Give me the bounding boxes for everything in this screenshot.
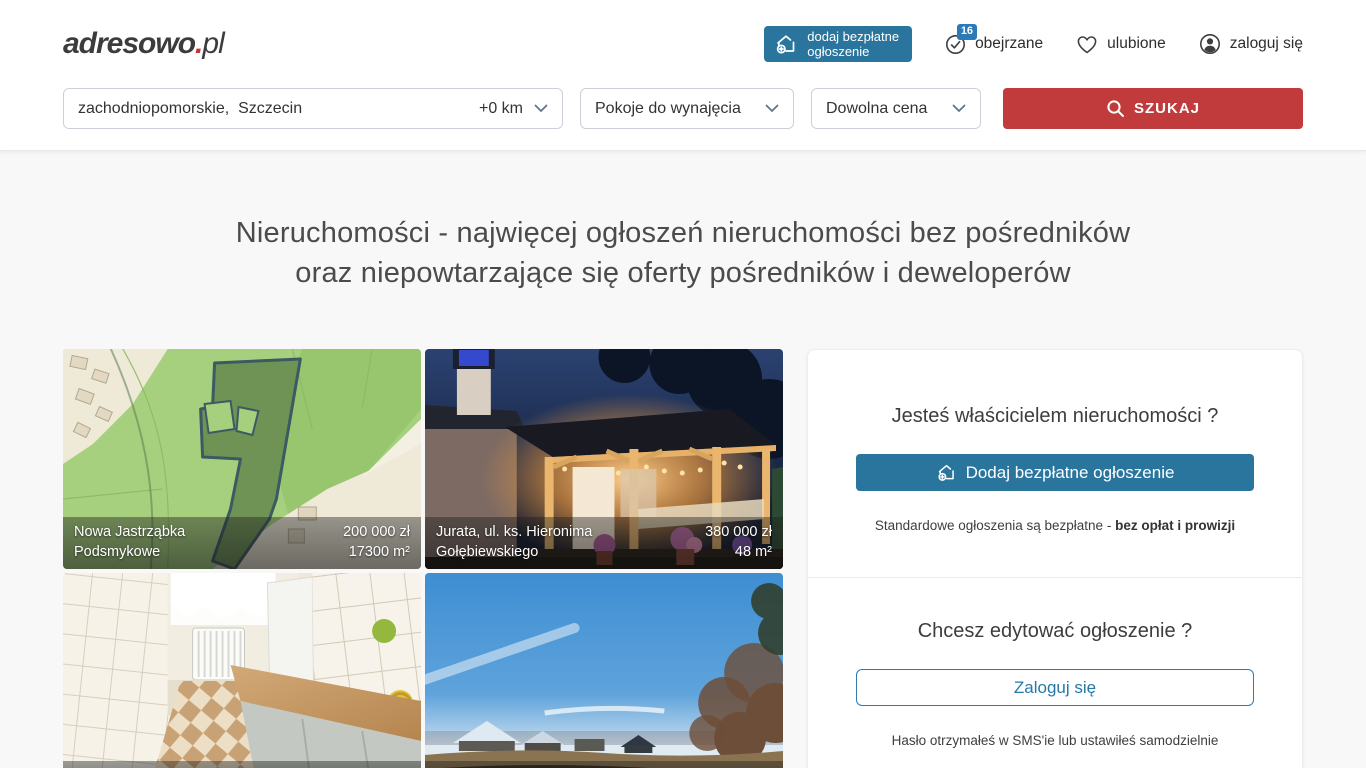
listing-overlay: Jurata, ul. ks. HieronimaGołębiewskiego … [425,517,783,569]
listing-card[interactable]: Skwierzynka, ul. Wichrowa 490 000 zł [425,573,783,768]
header-nav: dodaj bezpłatneogłoszenie 16 obejrzane u… [764,26,1303,62]
chevron-down-icon [952,104,966,113]
favorites-label: ulubione [1107,35,1166,53]
add-listing-label: dodaj bezpłatneogłoszenie [807,29,899,59]
listing-name-2: Gołębiewskiego [436,542,592,562]
add-listing-button[interactable]: dodaj bezpłatneogłoszenie [764,26,912,62]
edit-panel-note: Hasło otrzymałeś w SMS'ie lub ustawiłeś … [856,733,1254,748]
listing-price: 380 000 zł [705,522,772,542]
edit-panel: Chcesz edytować ogłoszenie ? Zaloguj się… [808,577,1302,768]
listing-card[interactable]: Nowa JastrząbkaPodsmykowe 200 000 zł1730… [63,349,421,569]
location-value: zachodniopomorskie, Szczecin [78,100,302,118]
house-plus-icon [774,32,798,56]
search-icon [1106,99,1125,118]
listing-name: Jurata, ul. ks. Hieronima [436,522,592,542]
heart-icon [1075,33,1099,56]
search-button[interactable]: SZUKAJ [1003,88,1303,129]
listing-area: 17300 m² [343,542,410,562]
listing-grid: Nowa JastrząbkaPodsmykowe 200 000 zł1730… [63,349,783,768]
listing-overlay: Nowa JastrząbkaPodsmykowe 200 000 zł1730… [63,517,421,569]
price-select[interactable]: Dowolna cena [811,88,981,129]
edit-panel-heading: Chcesz edytować ogłoszenie ? [856,620,1254,643]
listing-overlay: Skwierzynka, ul. Wichrowa 490 000 zł [425,761,783,768]
add-free-listing-label: Dodaj bezpłatne ogłoszenie [966,463,1175,483]
top-bar: adresowo.pl dodaj bezpłatneogłoszenie 16… [0,0,1366,151]
listing-area: 48 m² [705,542,772,562]
login-button[interactable]: Zaloguj się [856,669,1254,706]
user-icon [1198,32,1222,56]
property-type-value: Pokoje do wynajęcia [595,100,741,118]
login-link[interactable]: zaloguj się [1198,32,1303,56]
listing-overlay: Chorzów Centrum, ul. 275 000 zł [63,761,421,768]
login-button-label: Zaloguj się [1014,678,1096,698]
house-plus-icon [936,462,957,483]
login-label: zaloguj się [1230,35,1303,53]
listing-photo-field [425,573,783,768]
owner-panel-note: Standardowe ogłoszenia są bezpłatne - be… [856,518,1254,533]
listing-photo-kitchen [63,573,421,768]
listing-price: 200 000 zł [343,522,410,542]
viewed-label: obejrzane [975,35,1043,53]
search-button-label: SZUKAJ [1134,100,1200,117]
owner-panel: Jesteś właścicielem nieruchomości ? Doda… [808,350,1302,577]
listing-name-2: Podsmykowe [74,542,185,562]
viewed-link[interactable]: 16 obejrzane [944,33,1043,56]
viewed-count-badge: 16 [957,24,977,40]
chevron-down-icon [765,104,779,113]
add-free-listing-button[interactable]: Dodaj bezpłatne ogłoszenie [856,454,1254,491]
logo[interactable]: adresowo.pl [63,27,224,61]
radius-value: +0 km [479,100,523,118]
owner-panel-heading: Jesteś właścicielem nieruchomości ? [856,405,1254,428]
logo-tld: pl [202,27,223,60]
price-value: Dowolna cena [826,100,927,118]
favorites-link[interactable]: ulubione [1075,33,1166,56]
listing-card[interactable]: Jurata, ul. ks. HieronimaGołębiewskiego … [425,349,783,569]
listing-name: Nowa Jastrząbka [74,522,185,542]
page-title: Nieruchomości - najwięcej ogłoszeń nieru… [0,213,1366,293]
logo-text: adresowo [63,27,195,60]
listing-card[interactable]: Chorzów Centrum, ul. 275 000 zł [63,573,421,768]
main-content: Nieruchomości - najwięcej ogłoszeń nieru… [0,213,1366,768]
sidebar: Jesteś właścicielem nieruchomości ? Doda… [807,349,1303,768]
header: adresowo.pl dodaj bezpłatneogłoszenie 16… [0,0,1366,88]
chevron-down-icon [534,104,548,113]
location-input[interactable]: zachodniopomorskie, Szczecin +0 km [63,88,563,129]
search-bar: zachodniopomorskie, Szczecin +0 km Pokoj… [0,88,1366,150]
radius-select[interactable]: +0 km [479,100,548,118]
property-type-select[interactable]: Pokoje do wynajęcia [580,88,794,129]
